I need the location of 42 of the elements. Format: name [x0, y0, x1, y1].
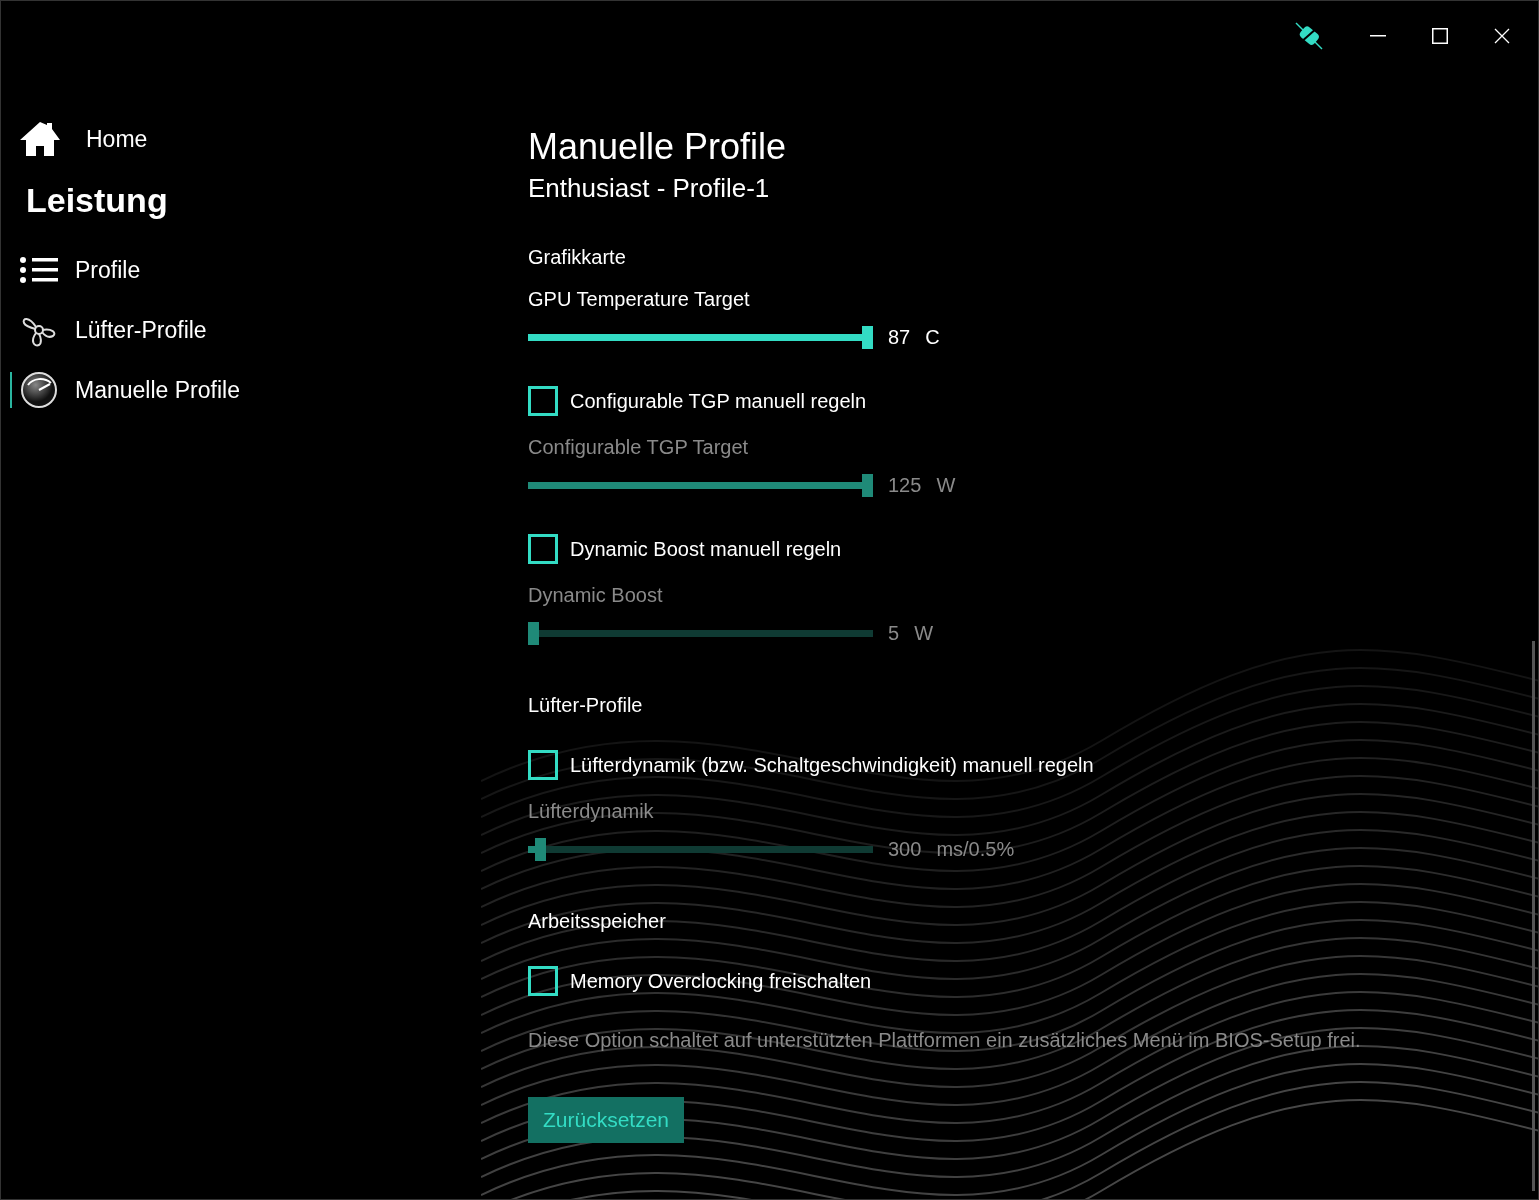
unit-label: W — [936, 473, 956, 498]
home-icon — [19, 121, 61, 157]
nav-heading: Leistung — [25, 180, 169, 221]
section-heading: Arbeitsspeicher — [528, 909, 667, 934]
unit-label: W — [914, 621, 933, 646]
nav-item[interactable]: Profile — [75, 252, 141, 288]
section-heading: Lüfter-Profile — [528, 693, 644, 718]
nav-item[interactable]: Manuelle Profile — [75, 372, 240, 408]
unit-label: ms/0.5% — [936, 837, 1015, 862]
slider-label: Lüfterdynamik — [528, 799, 655, 824]
slider-value: 87 — [888, 325, 911, 350]
slider-label: Configurable TGP Target — [528, 435, 750, 460]
section-heading: Grafikkarte — [528, 245, 627, 270]
page-title: Manuelle Profile — [528, 125, 788, 169]
page-subtitle: Enthusiast - Profile-1 — [528, 172, 771, 205]
list-icon — [19, 256, 59, 284]
slider[interactable] — [528, 325, 873, 349]
close-icon[interactable] — [1494, 28, 1510, 44]
checkbox[interactable] — [528, 966, 558, 996]
unit-label: C — [925, 325, 940, 350]
checkbox[interactable] — [528, 534, 558, 564]
checkbox-label: Memory Overclocking freischalten — [570, 969, 872, 994]
checkbox[interactable] — [528, 750, 558, 780]
minimize-icon[interactable] — [1370, 35, 1386, 37]
slider-label: Dynamic Boost — [528, 583, 664, 608]
nav-item[interactable]: Lüfter-Profile — [75, 312, 207, 348]
slider-thumb[interactable] — [862, 325, 873, 349]
checkbox-label: Lüfterdynamik (bzw. Schaltgeschwindigkeit) manuell regeln — [570, 753, 1094, 778]
slider-value: 5 — [888, 621, 900, 646]
scrollbar[interactable] — [1532, 641, 1535, 1191]
checkbox-label: Configurable TGP manuell regeln — [570, 389, 867, 414]
slider-fill — [528, 845, 535, 853]
description-text: Diese Option schaltet auf unterstützten Plattformen ein zusätzliches Menü im BIOS-Setup frei. — [528, 1028, 1362, 1053]
checkbox[interactable] — [528, 386, 558, 416]
gauge-icon — [20, 371, 58, 409]
slider-label: GPU Temperature Target — [528, 287, 751, 312]
maximize-icon[interactable] — [1432, 28, 1448, 44]
slider-value: 125 — [888, 473, 922, 498]
home-link[interactable]: Home — [86, 121, 148, 157]
plug-icon[interactable] — [1294, 21, 1324, 51]
checkbox-label: Dynamic Boost manuell regeln — [570, 537, 842, 562]
slider-value: 300 — [888, 837, 922, 862]
